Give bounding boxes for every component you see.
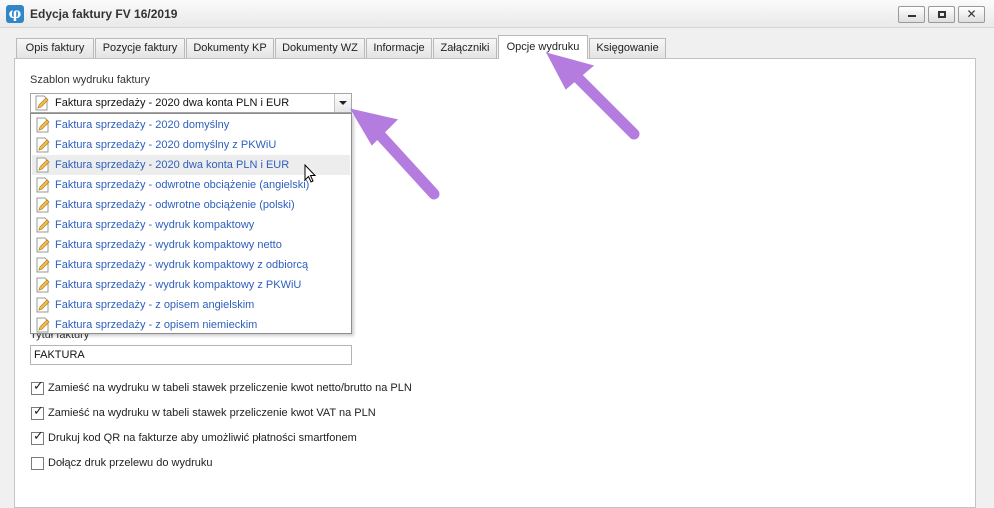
check-icon: ✓ — [33, 379, 44, 394]
invoice-title-input[interactable]: FAKTURA — [30, 345, 352, 365]
template-option[interactable]: Faktura sprzedaży - wydruk kompaktowy ne… — [32, 235, 350, 255]
minimize-button[interactable] — [898, 6, 925, 23]
template-label: Szablon wydruku faktury — [30, 74, 150, 86]
option-checkbox-netto-brutto[interactable]: ✓ — [31, 379, 44, 395]
close-button[interactable]: ✕ — [958, 6, 985, 23]
template-option[interactable]: Faktura sprzedaży - wydruk kompaktowy z … — [32, 255, 350, 275]
template-option-label: Faktura sprzedaży - 2020 domyślny — [55, 119, 230, 131]
template-icon — [36, 237, 50, 253]
template-icon — [36, 317, 50, 333]
template-option[interactable]: Faktura sprzedaży - odwrotne obciążenie … — [32, 195, 350, 215]
option-checkbox-qr[interactable]: ✓ — [31, 429, 44, 445]
option-label-vat: Zamieść na wydruku w tabeli stawek przel… — [48, 407, 376, 419]
invoice-title-value: FAKTURA — [34, 349, 85, 361]
window-title: Edycja faktury FV 16/2019 — [30, 7, 178, 21]
close-icon: ✕ — [966, 7, 977, 21]
template-option-label: Faktura sprzedaży - 2020 dwa konta PLN i… — [55, 159, 290, 171]
template-icon — [36, 117, 50, 133]
template-icon — [36, 137, 50, 153]
template-option-label: Faktura sprzedaży - odwrotne obciążenie … — [55, 199, 295, 211]
template-icon — [36, 197, 50, 213]
app-logo-icon: φ — [6, 5, 24, 23]
template-option-label: Faktura sprzedaży - 2020 domyślny z PKWi… — [55, 139, 277, 151]
option-label-qr: Drukuj kod QR na fakturze aby umożliwić … — [48, 432, 357, 444]
template-option[interactable]: Faktura sprzedaży - 2020 domyślny z PKWi… — [32, 135, 350, 155]
template-icon — [36, 277, 50, 293]
template-option[interactable]: Faktura sprzedaży - wydruk kompaktowy z … — [32, 275, 350, 295]
tab-dokumenty-wz[interactable]: Dokumenty WZ — [275, 38, 365, 58]
template-option-label: Faktura sprzedaży - wydruk kompaktowy z … — [55, 279, 302, 291]
tab-pozycje-faktury[interactable]: Pozycje faktury — [95, 38, 185, 58]
template-option[interactable]: Faktura sprzedaży - wydruk kompaktowy — [32, 215, 350, 235]
template-option-highlighted[interactable]: Faktura sprzedaży - 2020 dwa konta PLN i… — [32, 155, 350, 175]
template-option-label: Faktura sprzedaży - z opisem angielskim — [55, 299, 255, 311]
tab-zalaczniki[interactable]: Załączniki — [433, 38, 497, 58]
option-label-netto-brutto: Zamieść na wydruku w tabeli stawek przel… — [48, 382, 412, 394]
template-option-label: Faktura sprzedaży - wydruk kompaktowy — [55, 219, 255, 231]
template-select[interactable]: Faktura sprzedaży - 2020 dwa konta PLN i… — [30, 93, 352, 113]
maximize-button[interactable] — [928, 6, 955, 23]
maximize-icon — [938, 11, 946, 18]
check-icon: ✓ — [33, 404, 44, 419]
template-icon — [36, 177, 50, 193]
template-selected-value: Faktura sprzedaży - 2020 dwa konta PLN i… — [55, 97, 290, 109]
option-label-przelew: Dołącz druk przelewu do wydruku — [48, 457, 213, 469]
check-icon: ✓ — [33, 429, 44, 444]
template-option-label: Faktura sprzedaży - wydruk kompaktowy z … — [55, 259, 309, 271]
tab-opcje-wydruku[interactable]: Opcje wydruku — [498, 35, 588, 59]
tab-opis-faktury[interactable]: Opis faktury — [16, 38, 94, 58]
template-icon — [35, 95, 49, 111]
title-bar: φ Edycja faktury FV 16/2019 ✕ — [0, 0, 994, 28]
template-icon — [36, 297, 50, 313]
tab-dokumenty-kp[interactable]: Dokumenty KP — [186, 38, 274, 58]
tab-informacje[interactable]: Informacje — [366, 38, 432, 58]
option-checkbox-przelew[interactable] — [31, 457, 44, 470]
minimize-icon — [908, 15, 916, 17]
option-checkbox-vat[interactable]: ✓ — [31, 404, 44, 420]
template-option[interactable]: Faktura sprzedaży - odwrotne obciążenie … — [32, 175, 350, 195]
template-dropdown-list: Faktura sprzedaży - 2020 domyślny Faktur… — [30, 113, 352, 334]
template-icon — [36, 217, 50, 233]
template-option[interactable]: Faktura sprzedaży - 2020 domyślny — [32, 115, 350, 135]
chevron-down-icon — [339, 101, 347, 105]
template-option-label: Faktura sprzedaży - z opisem niemieckim — [55, 319, 258, 331]
template-option-label: Faktura sprzedaży - wydruk kompaktowy ne… — [55, 239, 282, 251]
template-option-label: Faktura sprzedaży - odwrotne obciążenie … — [55, 179, 310, 191]
template-icon — [36, 157, 50, 173]
tab-ksiegowanie[interactable]: Księgowanie — [589, 38, 666, 58]
template-dropdown-button[interactable] — [334, 94, 351, 112]
template-option[interactable]: Faktura sprzedaży - z opisem niemieckim — [32, 315, 350, 335]
template-option[interactable]: Faktura sprzedaży - z opisem angielskim — [32, 295, 350, 315]
cursor-icon — [304, 164, 317, 183]
template-icon — [36, 257, 50, 273]
